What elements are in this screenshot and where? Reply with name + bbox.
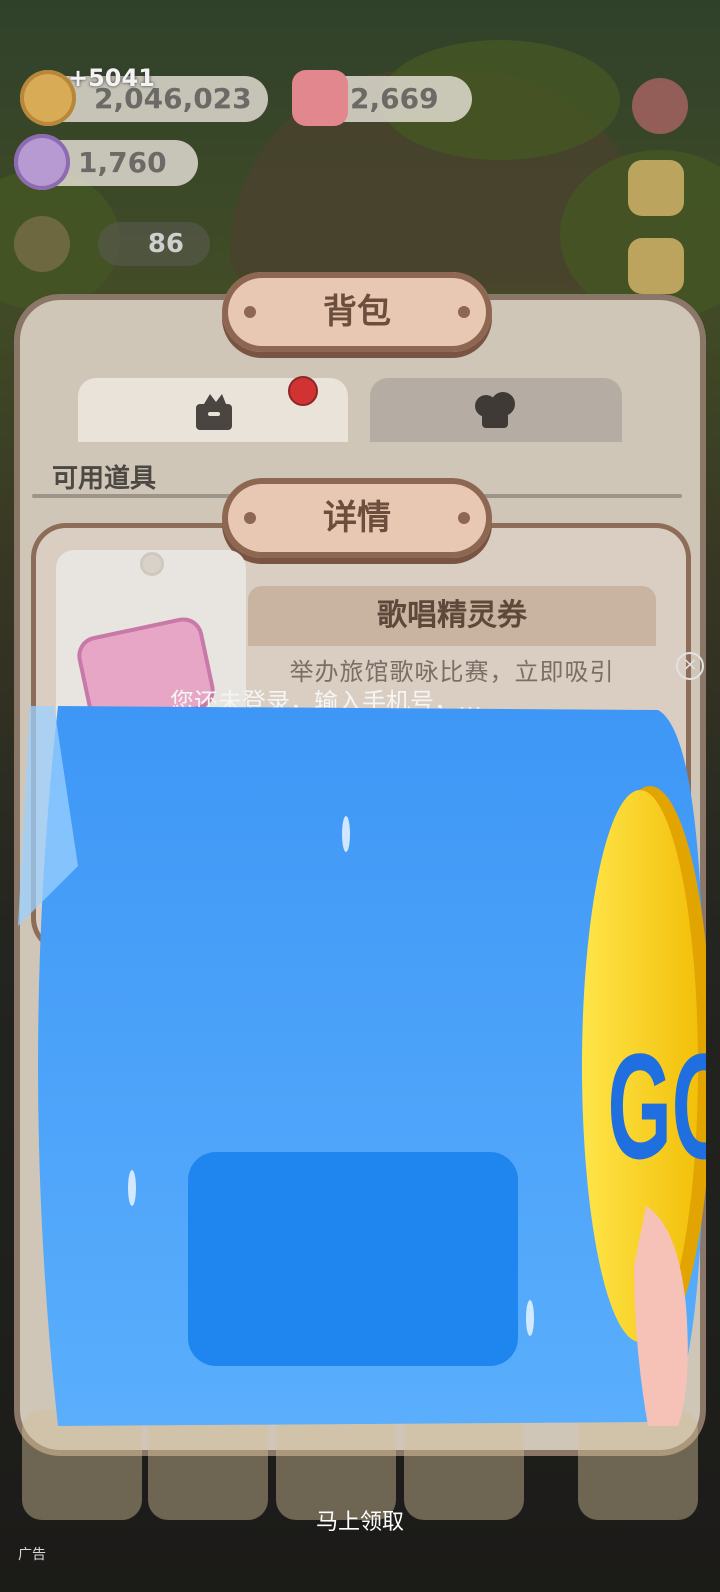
box-icon xyxy=(196,394,232,430)
gem-value: 1,760 xyxy=(78,146,167,179)
ad-banner[interactable]: GO xyxy=(18,706,706,1426)
detail-title: 详情 xyxy=(222,478,492,558)
go-text: GO xyxy=(608,1022,706,1191)
tab-chef[interactable] xyxy=(370,378,622,442)
sunflower-icon[interactable] xyxy=(14,216,70,272)
notification-dot xyxy=(288,376,318,406)
gem-counter[interactable]: 1,760 xyxy=(14,134,198,190)
item-name: 歌唱精灵券 xyxy=(248,586,656,646)
coin-gain-label: +5041 xyxy=(68,64,155,92)
available-items-label: 可用道具 xyxy=(52,464,157,494)
stamp-icon[interactable] xyxy=(628,238,684,294)
flower-settings-icon[interactable] xyxy=(628,160,684,216)
ad-close-button[interactable]: × xyxy=(676,652,704,680)
heart-value: 2,669 xyxy=(350,82,439,115)
claim-now-button[interactable]: 马上领取 xyxy=(0,1504,720,1536)
backpack-title: 背包 xyxy=(222,272,492,352)
tag-hole xyxy=(140,552,164,576)
chef-hat-icon xyxy=(475,392,515,428)
gift-icon[interactable] xyxy=(632,78,688,134)
ad-label: 广告 xyxy=(18,1547,46,1563)
heart-counter[interactable]: 2,669 xyxy=(292,70,472,126)
heart-box-icon xyxy=(292,70,348,126)
gem-icon xyxy=(14,134,70,190)
visitor-counter[interactable]: 86 xyxy=(98,222,210,266)
